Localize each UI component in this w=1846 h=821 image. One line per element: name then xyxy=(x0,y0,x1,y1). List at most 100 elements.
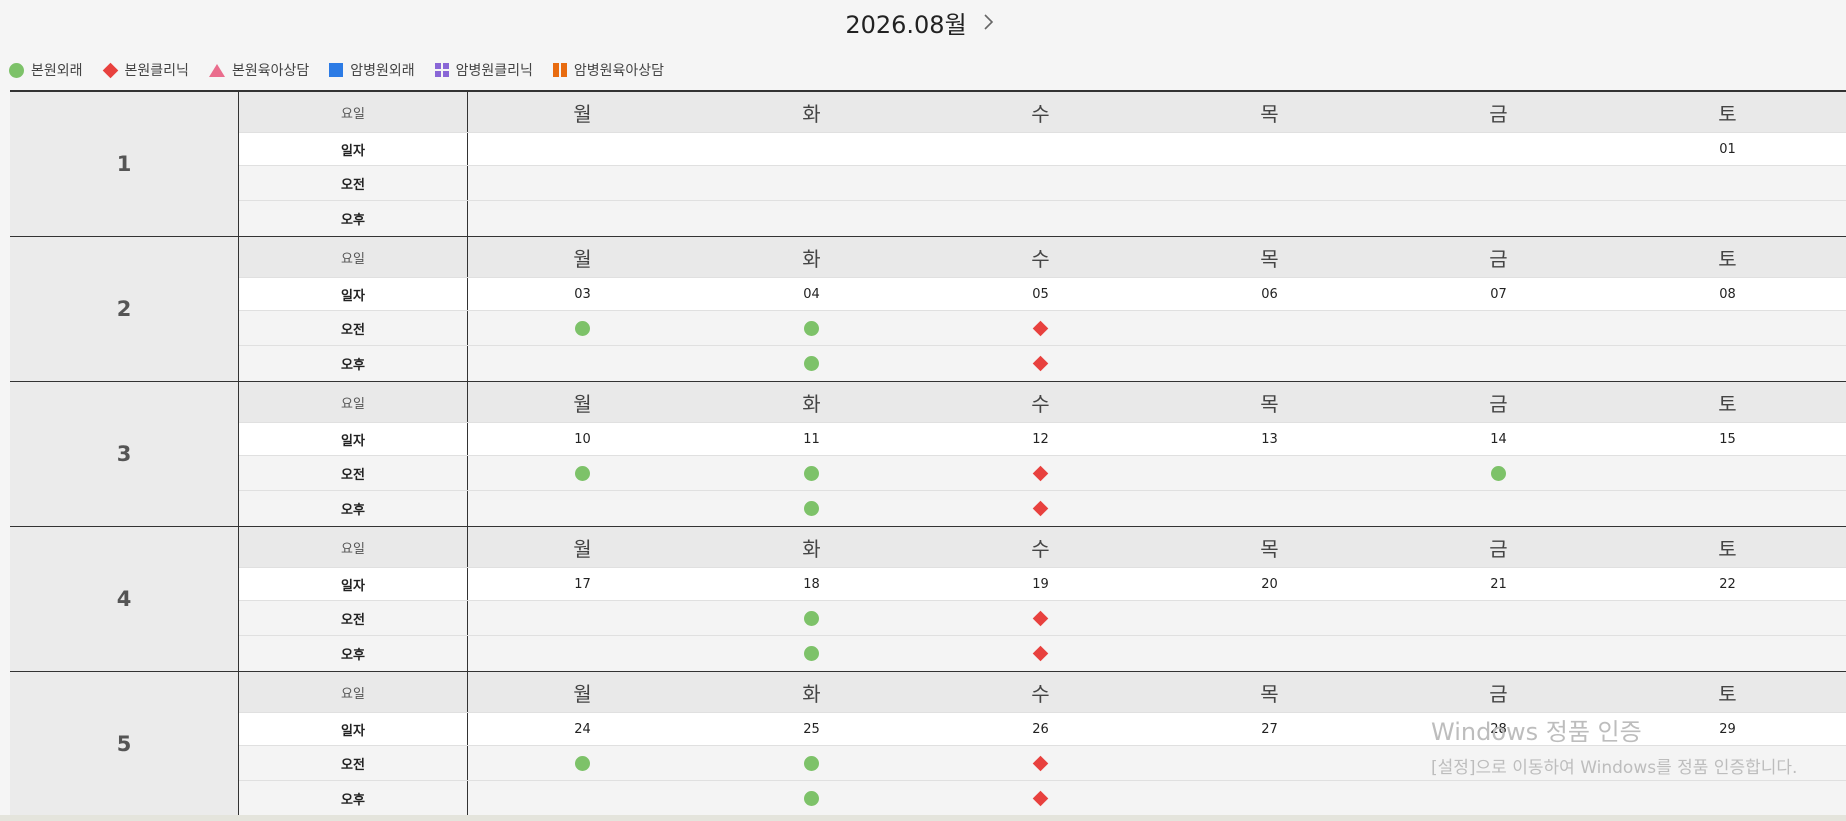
am-slot-cell[interactable] xyxy=(926,311,1155,345)
bonwon-oerae-marker-icon[interactable] xyxy=(804,755,819,771)
week-block: 5 요일 월 화 수 목 금 토 일자 24 25 26 27 28 29 오전 오후 xyxy=(10,672,1846,817)
bonwon-oerae-marker-icon[interactable] xyxy=(804,791,819,806)
date-cell xyxy=(926,133,1155,165)
legend-item-cancer-oerae: 암병원외래 xyxy=(329,60,415,80)
am-slot-cell[interactable] xyxy=(926,601,1155,635)
schedule-calendar: 1 요일 월 화 수 목 금 토 일자 01 오전 오후 2 요일 월 화 수 목 금 토 일자 03 04 05 06 07 08… xyxy=(10,90,1846,817)
bonwon-oerae-marker-icon[interactable] xyxy=(575,755,590,771)
pm-slot-cell xyxy=(1384,201,1613,236)
row-label-date: 일자 xyxy=(239,278,468,310)
bonwon-clinic-marker-icon[interactable] xyxy=(1032,610,1049,626)
am-slot-cell[interactable] xyxy=(468,746,697,780)
pink-triangle-icon xyxy=(208,63,225,77)
bonwon-oerae-marker-icon[interactable] xyxy=(575,465,590,481)
pm-slot-cell xyxy=(1155,781,1384,816)
bonwon-clinic-marker-icon[interactable] xyxy=(1032,500,1049,517)
legend-item-bonwon-oerae: 본원외래 xyxy=(9,60,83,80)
pm-slot-cell xyxy=(1384,781,1613,816)
weekday-cell: 수 xyxy=(1031,101,1050,126)
weekday-cell: 목 xyxy=(1260,681,1279,706)
row-label-dow: 요일 xyxy=(239,237,468,277)
bonwon-oerae-marker-icon[interactable] xyxy=(804,465,819,481)
bonwon-clinic-marker-icon[interactable] xyxy=(1032,755,1049,771)
bonwon-oerae-marker-icon[interactable] xyxy=(804,501,819,516)
weekday-cell: 월 xyxy=(573,391,592,416)
next-month-button[interactable] xyxy=(977,10,1001,34)
date-cell xyxy=(468,133,697,165)
pm-slot-cell[interactable] xyxy=(697,346,926,381)
row-label-dow: 요일 xyxy=(239,382,468,422)
weekday-cell: 토 xyxy=(1718,101,1737,126)
chevron-right-icon xyxy=(984,14,993,30)
date-cell: 27 xyxy=(1261,721,1278,737)
am-slot-cell[interactable] xyxy=(697,456,926,490)
week-number: 3 xyxy=(10,382,239,526)
date-cell: 19 xyxy=(1032,576,1049,592)
am-row: 오전 xyxy=(239,456,1846,491)
bonwon-clinic-marker-icon[interactable] xyxy=(1032,465,1049,481)
pm-slot-cell[interactable] xyxy=(697,781,926,816)
bonwon-oerae-marker-icon[interactable] xyxy=(804,356,819,371)
date-row: 일자 03 04 05 06 07 08 xyxy=(239,278,1846,311)
weekday-cell: 화 xyxy=(802,681,821,706)
am-slot-cell xyxy=(1155,166,1384,200)
row-label-am: 오전 xyxy=(239,456,468,490)
week-rows: 요일 월 화 수 목 금 토 일자 01 오전 오후 xyxy=(239,92,1846,236)
bonwon-oerae-marker-icon[interactable] xyxy=(804,646,819,661)
bonwon-clinic-marker-icon[interactable] xyxy=(1032,790,1049,807)
date-cell: 17 xyxy=(574,576,591,592)
bonwon-clinic-marker-icon[interactable] xyxy=(1032,355,1049,372)
pm-slot-cell[interactable] xyxy=(926,346,1155,381)
week-block: 2 요일 월 화 수 목 금 토 일자 03 04 05 06 07 08 오전 오후 xyxy=(10,237,1846,382)
weekday-cell: 토 xyxy=(1718,391,1737,416)
pm-slot-cell[interactable] xyxy=(926,781,1155,816)
weekday-cell: 목 xyxy=(1260,246,1279,271)
pm-slot-cell xyxy=(1613,201,1842,236)
pm-slot-cell[interactable] xyxy=(697,491,926,526)
weekday-cell: 화 xyxy=(802,101,821,126)
bonwon-clinic-marker-icon[interactable] xyxy=(1032,320,1049,336)
weekday-cell: 수 xyxy=(1031,681,1050,706)
bonwon-oerae-marker-icon[interactable] xyxy=(804,320,819,336)
bottom-scrollbar[interactable] xyxy=(0,815,1846,821)
am-slot-cell[interactable] xyxy=(926,456,1155,490)
am-slot-cell[interactable] xyxy=(468,311,697,345)
pm-slot-cell[interactable] xyxy=(926,491,1155,526)
bonwon-clinic-marker-icon[interactable] xyxy=(1032,645,1049,662)
date-cell: 20 xyxy=(1261,576,1278,592)
week-rows: 요일 월 화 수 목 금 토 일자 03 04 05 06 07 08 오전 오후 xyxy=(239,237,1846,381)
date-row: 일자 01 xyxy=(239,133,1846,166)
weekday-cell: 목 xyxy=(1260,101,1279,126)
weekday-cell: 수 xyxy=(1031,536,1050,561)
week-rows: 요일 월 화 수 목 금 토 일자 17 18 19 20 21 22 오전 오후 xyxy=(239,527,1846,671)
am-slot-cell xyxy=(468,601,697,635)
pm-slot-cell[interactable] xyxy=(697,636,926,671)
bonwon-oerae-marker-icon[interactable] xyxy=(575,320,590,336)
row-label-am: 오전 xyxy=(239,311,468,345)
am-slot-cell xyxy=(1613,166,1842,200)
am-slot-cell[interactable] xyxy=(697,601,926,635)
weekday-row: 요일 월 화 수 목 금 토 xyxy=(239,672,1846,713)
row-label-date: 일자 xyxy=(239,423,468,455)
weekday-row: 요일 월 화 수 목 금 토 xyxy=(239,92,1846,133)
weekday-cell: 금 xyxy=(1489,246,1508,271)
am-row: 오전 xyxy=(239,166,1846,201)
weekday-cell: 목 xyxy=(1260,536,1279,561)
date-cell: 13 xyxy=(1261,431,1278,447)
weekday-cell: 월 xyxy=(573,246,592,271)
am-slot-cell[interactable] xyxy=(697,746,926,780)
bonwon-oerae-marker-icon[interactable] xyxy=(1491,465,1506,481)
am-slot-cell[interactable] xyxy=(697,311,926,345)
pm-row: 오후 xyxy=(239,201,1846,236)
am-slot-cell xyxy=(1613,456,1842,490)
pm-slot-cell xyxy=(926,201,1155,236)
date-cell: 05 xyxy=(1032,286,1049,302)
pm-slot-cell xyxy=(1613,781,1842,816)
weekday-cell: 금 xyxy=(1489,391,1508,416)
pm-slot-cell[interactable] xyxy=(926,636,1155,671)
am-slot-cell[interactable] xyxy=(468,456,697,490)
am-slot-cell[interactable] xyxy=(1384,456,1613,490)
am-slot-cell[interactable] xyxy=(926,746,1155,780)
date-cell xyxy=(1384,133,1613,165)
bonwon-oerae-marker-icon[interactable] xyxy=(804,610,819,626)
